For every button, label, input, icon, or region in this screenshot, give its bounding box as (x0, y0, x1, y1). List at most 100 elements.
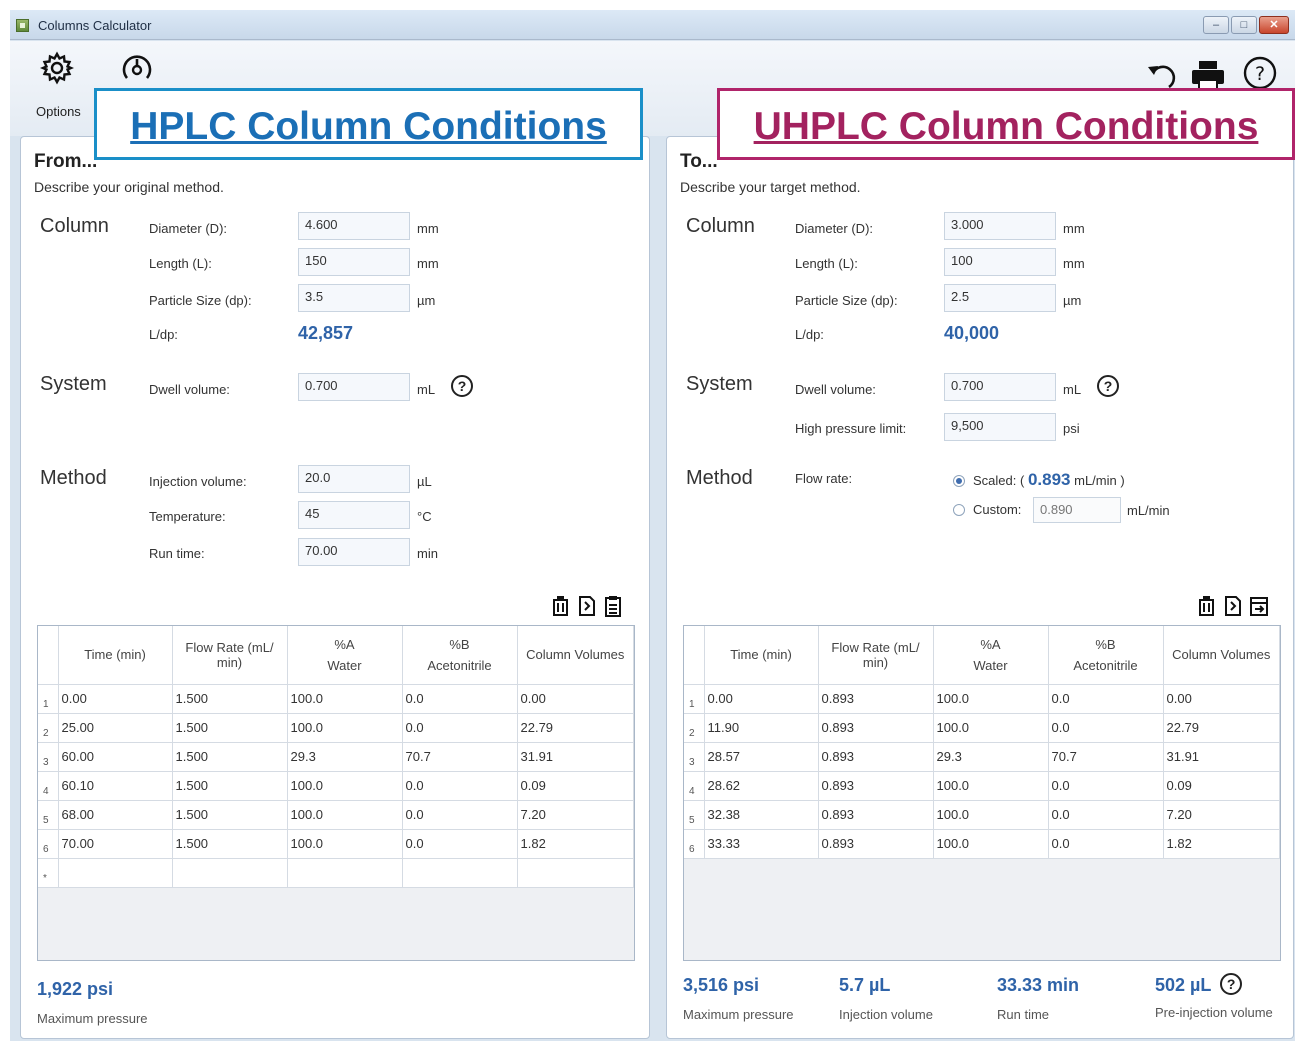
table-cell[interactable]: 1.500 (172, 771, 288, 801)
table-cell[interactable]: 1.500 (172, 684, 288, 714)
print-button[interactable] (1190, 59, 1226, 91)
col-header-b[interactable]: %B Acetonitrile (402, 626, 518, 685)
table-cell[interactable]: 60.00 (58, 742, 173, 772)
new-row[interactable]: * (38, 858, 634, 888)
table-cell[interactable] (172, 858, 288, 888)
table-cell[interactable]: 100.0 (933, 713, 1049, 743)
paste-icon[interactable] (1197, 595, 1217, 617)
table-cell[interactable]: 7.20 (517, 800, 634, 830)
particle-size-input[interactable]: 3.5 (298, 284, 410, 312)
custom-flow-input[interactable]: 0.890 (1033, 497, 1121, 523)
table-cell[interactable]: 0.00 (704, 684, 819, 714)
table-cell[interactable]: 28.62 (704, 771, 819, 801)
col-header-flow[interactable]: Flow Rate (mL/ min) (172, 626, 288, 685)
table-cell[interactable]: 100.0 (933, 800, 1049, 830)
table-cell[interactable]: 0.0 (1048, 829, 1164, 859)
table-cell[interactable]: 100.0 (287, 713, 403, 743)
pressure-gauge-button[interactable] (120, 51, 154, 85)
particle-size-input[interactable]: 2.5 (944, 284, 1056, 312)
table-cell[interactable]: 0.893 (818, 713, 934, 743)
table-cell[interactable]: 0.893 (818, 742, 934, 772)
options-button[interactable] (40, 51, 74, 85)
col-header-a[interactable]: %A Water (287, 626, 403, 685)
scaled-option[interactable]: Scaled: ( 0.893 mL/min ) (973, 470, 1125, 490)
run-time-input[interactable]: 70.00 (298, 538, 410, 566)
scaled-radio[interactable] (953, 475, 965, 487)
table-cell[interactable]: 1.82 (517, 829, 634, 859)
length-input[interactable]: 100 (944, 248, 1056, 276)
table-cell[interactable]: 100.0 (933, 829, 1049, 859)
table-cell[interactable]: 100.0 (933, 771, 1049, 801)
pressure-limit-input[interactable]: 9,500 (944, 413, 1056, 441)
col-header-flow[interactable]: Flow Rate (mL/ min) (818, 626, 934, 685)
table-cell[interactable]: 100.0 (933, 684, 1049, 714)
dwell-volume-input[interactable]: 0.700 (298, 373, 410, 401)
col-header-time[interactable]: Time (min) (704, 626, 819, 685)
table-cell[interactable]: 11.90 (704, 713, 819, 743)
table-cell[interactable]: 0.0 (402, 800, 518, 830)
maximize-button[interactable]: □ (1231, 16, 1257, 34)
table-cell[interactable]: 70.7 (1048, 742, 1164, 772)
table-cell[interactable]: 0.0 (402, 829, 518, 859)
table-cell[interactable]: 68.00 (58, 800, 173, 830)
dwell-help-icon[interactable]: ? (451, 375, 473, 397)
export-icon[interactable] (1249, 595, 1269, 617)
table-cell[interactable]: 0.09 (1163, 771, 1280, 801)
table-cell[interactable] (402, 858, 518, 888)
table-cell[interactable]: 0.0 (402, 771, 518, 801)
table-cell[interactable]: 1.500 (172, 829, 288, 859)
copy-icon[interactable] (1223, 595, 1243, 617)
dwell-help-icon[interactable]: ? (1097, 375, 1119, 397)
dwell-volume-input[interactable]: 0.700 (944, 373, 1056, 401)
table-cell[interactable]: 29.3 (287, 742, 403, 772)
table-cell[interactable]: 22.79 (1163, 713, 1280, 743)
close-button[interactable]: ✕ (1259, 16, 1289, 34)
col-header-b[interactable]: %B Acetonitrile (1048, 626, 1164, 685)
table-cell[interactable]: 0.0 (402, 713, 518, 743)
table-cell[interactable]: 100.0 (287, 800, 403, 830)
table-cell[interactable]: 0.09 (517, 771, 634, 801)
table-cell[interactable]: 0.00 (517, 684, 634, 714)
diameter-input[interactable]: 3.000 (944, 212, 1056, 240)
table-cell[interactable]: 1.82 (1163, 829, 1280, 859)
table-cell[interactable] (287, 858, 403, 888)
table-cell[interactable]: 1.500 (172, 800, 288, 830)
table-cell[interactable]: 7.20 (1163, 800, 1280, 830)
table-cell[interactable]: 0.0 (402, 684, 518, 714)
table-cell[interactable]: 25.00 (58, 713, 173, 743)
custom-radio[interactable] (953, 504, 965, 516)
table-cell[interactable]: 0.893 (818, 771, 934, 801)
table-cell[interactable]: 70.7 (402, 742, 518, 772)
table-cell[interactable]: 0.00 (58, 684, 173, 714)
col-header-column-volumes[interactable]: Column Volumes (1163, 626, 1280, 685)
table-cell[interactable]: 0.893 (818, 829, 934, 859)
table-cell[interactable]: 1.500 (172, 742, 288, 772)
col-header-time[interactable]: Time (min) (58, 626, 173, 685)
table-cell[interactable] (517, 858, 634, 888)
temperature-input[interactable]: 45 (298, 501, 410, 529)
col-header-a[interactable]: %A Water (933, 626, 1049, 685)
table-cell[interactable]: 100.0 (287, 684, 403, 714)
table-cell[interactable]: 0.00 (1163, 684, 1280, 714)
undo-button[interactable] (1145, 59, 1179, 91)
paste-icon[interactable] (551, 595, 571, 617)
table-cell[interactable]: 28.57 (704, 742, 819, 772)
injection-volume-input[interactable]: 20.0 (298, 465, 410, 493)
table-cell[interactable]: 0.0 (1048, 684, 1164, 714)
pre-injection-help-icon[interactable]: ? (1220, 973, 1243, 995)
table-cell[interactable]: 60.10 (58, 771, 173, 801)
col-header-column-volumes[interactable]: Column Volumes (517, 626, 634, 685)
table-cell[interactable]: 33.33 (704, 829, 819, 859)
diameter-input[interactable]: 4.600 (298, 212, 410, 240)
table-cell[interactable]: 31.91 (1163, 742, 1280, 772)
copy-icon[interactable] (577, 595, 597, 617)
length-input[interactable]: 150 (298, 248, 410, 276)
minimize-button[interactable]: – (1203, 16, 1229, 34)
table-cell[interactable] (58, 858, 173, 888)
table-cell[interactable]: 0.0 (1048, 800, 1164, 830)
table-cell[interactable]: 29.3 (933, 742, 1049, 772)
clipboard-icon[interactable] (603, 595, 623, 617)
table-cell[interactable]: 1.500 (172, 713, 288, 743)
table-cell[interactable]: 100.0 (287, 771, 403, 801)
table-cell[interactable]: 31.91 (517, 742, 634, 772)
